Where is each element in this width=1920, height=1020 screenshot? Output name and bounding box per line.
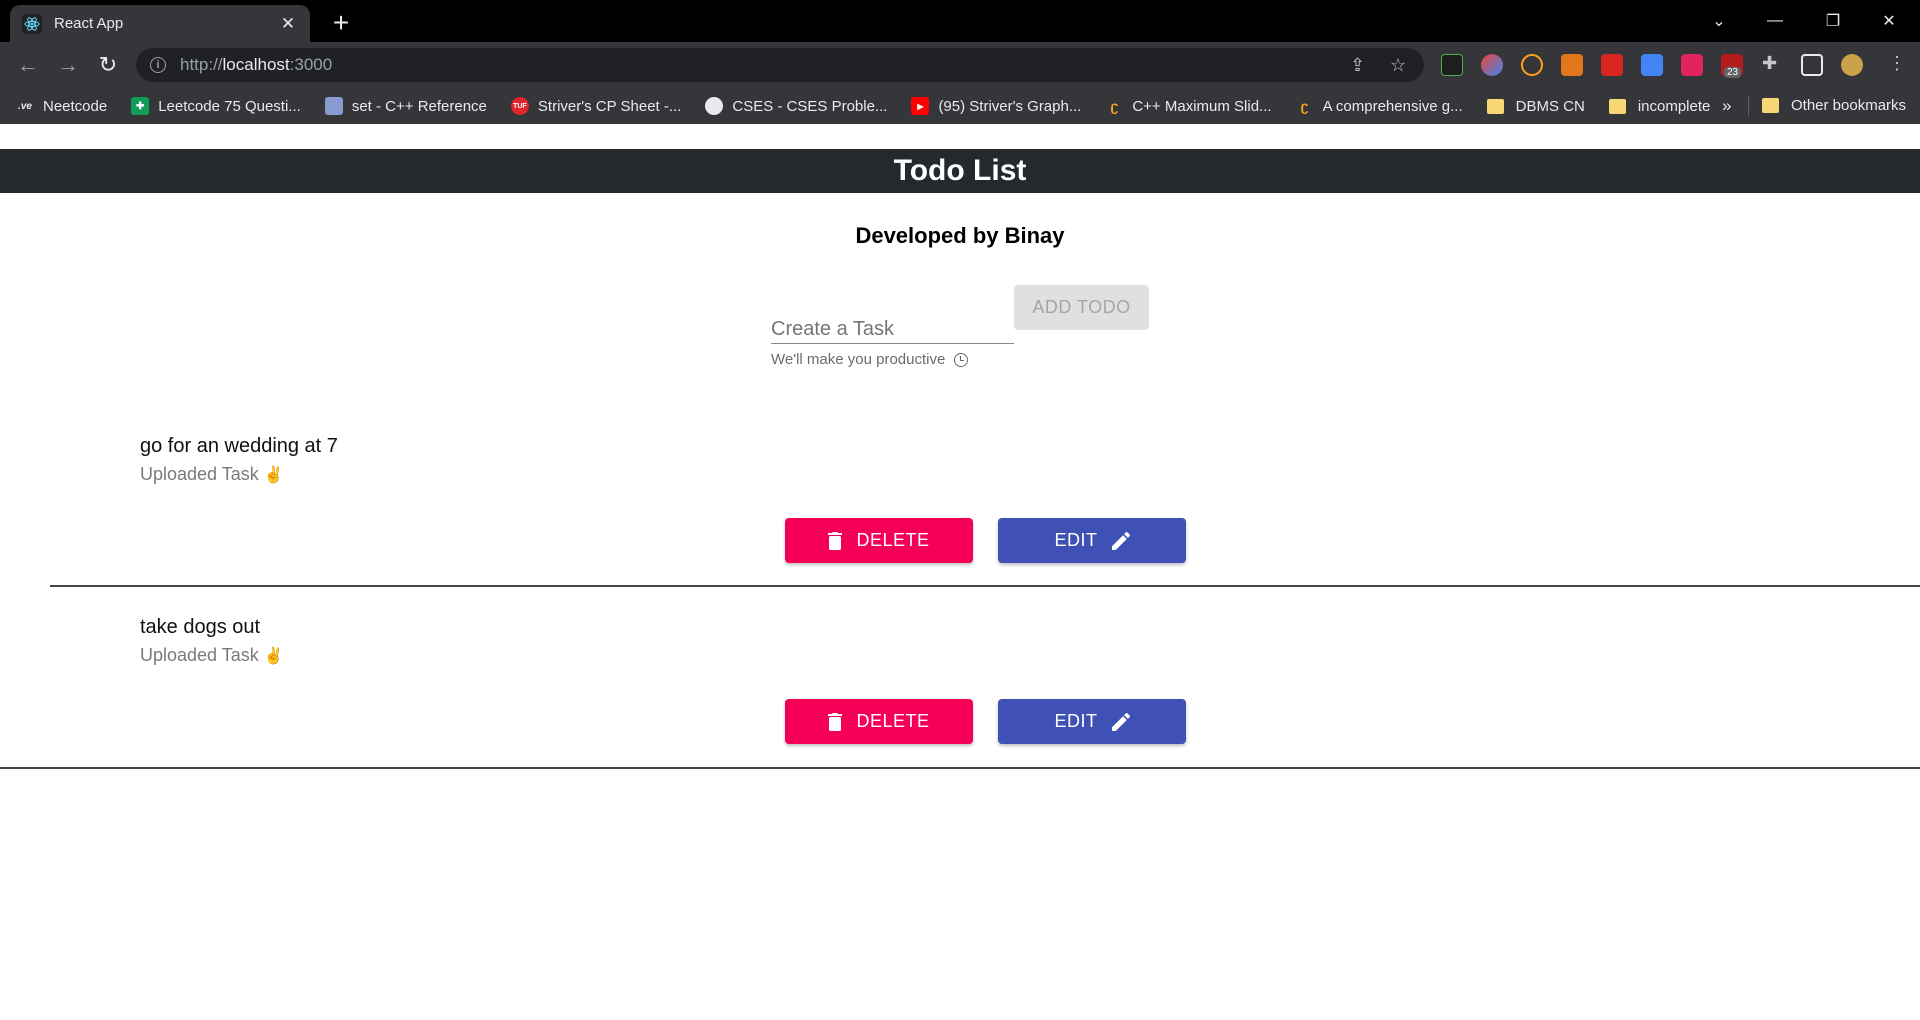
new-tab-icon[interactable]: + [326,7,356,39]
page-title: Todo List [893,154,1027,187]
share-icon[interactable]: ⇪ [1350,55,1365,76]
google-translate-icon[interactable] [1641,54,1663,76]
edit-button[interactable]: EDIT [998,518,1186,563]
browser-menu-icon[interactable]: ⋮ [1888,53,1906,74]
folder-icon [1486,98,1504,114]
url-scheme: http:// [180,55,223,74]
leetcode-icon: ʗ [1110,98,1119,114]
metamask-icon[interactable] [1561,54,1583,76]
todo-divider [50,585,1920,587]
bookmark-item[interactable]: set - C++ Reference [324,97,487,115]
youtube-icon: ▶ [911,97,930,115]
browser-toolbar: ← → ↻ i http://localhost:3000 ⇪ ☆ 23 ✚ ⋮ [0,42,1920,88]
hand-emoji-icon: ✌ [263,467,284,484]
hand-emoji-icon: ✌ [263,648,284,665]
bookmark-item[interactable]: ʗ C++ Maximum Slid... [1105,97,1271,115]
pencil-icon [1111,531,1130,550]
extension-pause-icon[interactable] [1681,54,1703,76]
add-todo-button[interactable]: ADD TODO [1014,285,1149,330]
browser-tab[interactable]: React App ✕ [10,5,310,42]
cpp-reference-icon [324,97,343,115]
page-content: Todo List Developed by Binay We'll make … [0,124,1920,1020]
trash-icon [828,712,843,731]
todo-title: take dogs out [140,616,261,638]
extension-leetcode-icon[interactable] [1521,54,1543,76]
bookmark-item[interactable]: ʗA comprehensive g... [1296,97,1463,115]
task-input-field[interactable] [771,304,1014,344]
neetcode-icon: .ve [18,100,32,112]
bookmark-item[interactable]: .ve Neetcode [16,97,107,115]
tab-search-icon[interactable]: ⌄ [1696,0,1742,42]
site-info-icon[interactable]: i [150,57,166,73]
delete-button[interactable]: DELETE [785,518,973,563]
window-close-icon[interactable]: ✕ [1866,0,1912,42]
more-bookmarks-icon[interactable]: » [1722,96,1731,116]
todo-subtitle: Uploaded Task ✌ [140,645,284,665]
todo-divider [0,767,1920,769]
extension-code-icon[interactable] [1441,54,1463,76]
react-logo-icon [22,13,42,34]
extensions-puzzle-icon[interactable]: ✚ [1762,53,1777,74]
restore-icon[interactable]: ❐ [1810,0,1856,42]
profile-avatar[interactable] [1841,54,1863,76]
folder-icon [1762,98,1779,113]
edit-button[interactable]: EDIT [998,699,1186,744]
todo-title: go for an wedding at 7 [140,435,338,457]
close-tab-icon[interactable]: ✕ [278,14,298,34]
bookmark-folder[interactable]: incomplete [1608,98,1710,115]
minimize-icon[interactable]: — [1752,0,1798,42]
todo-subtitle: Uploaded Task ✌ [140,464,284,484]
globe-icon [705,97,724,115]
app-header: Todo List [0,149,1920,193]
tab-strip: React App ✕ + ⌄ — ❐ ✕ [0,0,1920,42]
sheets-icon: ✚ [131,97,150,115]
bookmark-item[interactable]: ✚ Leetcode 75 Questi... [131,97,301,115]
bookmarks-bar: .ve Neetcode ✚ Leetcode 75 Questi... set -… [0,88,1920,124]
bookmark-item[interactable]: CSES - CSES Proble... [705,97,887,115]
other-bookmarks[interactable]: Other bookmarks [1762,97,1906,114]
acrobat-icon[interactable] [1601,54,1623,76]
address-bar[interactable]: i http://localhost:3000 ⇪ ☆ [136,48,1424,82]
url-host: localhost [222,55,290,74]
side-panel-icon[interactable] [1801,54,1823,76]
helper-text: We'll make you productive [771,351,969,368]
clock-icon [954,352,969,367]
bookmark-item[interactable]: TUF Striver's CP Sheet -... [510,97,681,115]
forward-icon[interactable]: → [54,51,82,79]
folder-icon [1608,98,1626,114]
back-icon[interactable]: ← [14,51,42,79]
extension-badge: 23 [1724,67,1742,78]
bookmarks-separator [1748,96,1749,116]
bookmark-star-icon[interactable]: ☆ [1390,55,1406,76]
delete-button[interactable]: DELETE [785,699,973,744]
task-input[interactable] [771,304,1014,343]
bookmark-item[interactable]: ▶ (95) Striver's Graph... [911,97,1081,115]
tab-title: React App [54,15,124,32]
tuf-icon: TUF [510,97,529,115]
leetcode-icon: ʗ [1300,98,1309,114]
bookmark-folder[interactable]: DBMS CN [1486,98,1585,115]
reload-icon[interactable]: ↻ [94,51,122,79]
extension-color-icon[interactable] [1481,54,1503,76]
developer-credit: Developed by Binay [855,223,1065,248]
url-port: :3000 [289,55,333,74]
trash-icon [828,531,843,550]
pencil-icon [1111,712,1130,731]
